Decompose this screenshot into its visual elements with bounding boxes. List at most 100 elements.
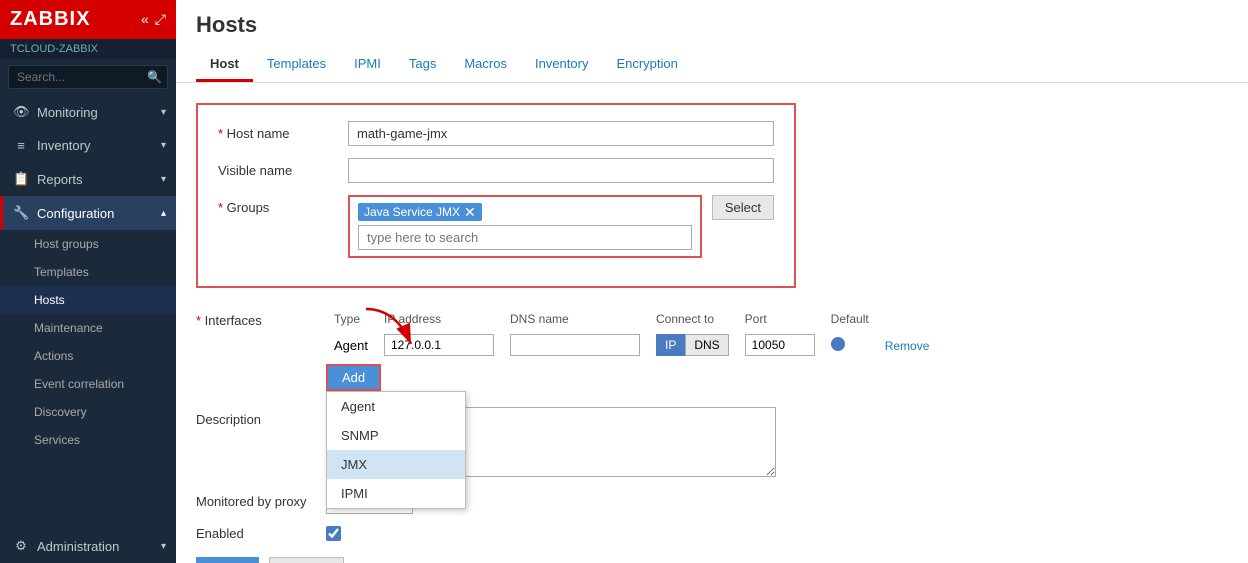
sidebar-sub-item-actions[interactable]: Actions bbox=[0, 342, 176, 370]
sidebar-item-label: Monitoring bbox=[37, 105, 98, 120]
tab-bar: Host Templates IPMI Tags Macros Inventor… bbox=[196, 48, 1228, 82]
main-body: Host name Visible name Groups Java Se bbox=[176, 83, 1248, 563]
interface-port-cell bbox=[737, 330, 823, 360]
chevron-down-icon: ▾ bbox=[161, 541, 166, 552]
sidebar-header: ZABBIX « ⤢ bbox=[0, 0, 176, 39]
collapse-icon[interactable]: « bbox=[141, 11, 149, 28]
group-tag: Java Service JMX ✕ bbox=[358, 203, 482, 221]
sidebar-item-configuration[interactable]: 🔧 Configuration ▴ bbox=[0, 196, 176, 230]
port-input[interactable] bbox=[745, 334, 815, 356]
bottom-buttons: Add Cancel bbox=[196, 557, 1228, 563]
monitoring-icon: 👁 bbox=[13, 104, 29, 120]
dropdown-item-agent[interactable]: Agent bbox=[327, 392, 465, 421]
sidebar-sub-item-event-correlation[interactable]: Event correlation bbox=[0, 370, 176, 398]
groups-label: Groups bbox=[218, 195, 348, 215]
main-header: Hosts Host Templates IPMI Tags Macros In… bbox=[176, 0, 1248, 83]
connect-col-header: Connect to bbox=[648, 308, 737, 330]
sub-item-label: Maintenance bbox=[34, 321, 103, 335]
tab-tags[interactable]: Tags bbox=[395, 48, 450, 82]
proxy-label: Monitored by proxy bbox=[196, 494, 326, 509]
main-content: Hosts Host Templates IPMI Tags Macros In… bbox=[176, 0, 1248, 563]
interfaces-table-wrap: Type IP address DNS name Connect to Port… bbox=[326, 308, 937, 391]
sub-item-label: Actions bbox=[34, 349, 73, 363]
groups-search-input[interactable] bbox=[358, 225, 692, 250]
dropdown-item-snmp[interactable]: SNMP bbox=[327, 421, 465, 450]
inventory-icon: ≡ bbox=[13, 138, 29, 153]
chevron-up-icon: ▴ bbox=[161, 208, 166, 219]
tab-ipmi[interactable]: IPMI bbox=[340, 48, 395, 82]
chevron-down-icon: ▾ bbox=[161, 140, 166, 151]
groups-row: Groups Java Service JMX ✕ Select bbox=[218, 195, 774, 258]
visible-name-row: Visible name bbox=[218, 158, 774, 183]
search-icon: 🔍 bbox=[147, 70, 162, 84]
interfaces-section: Interfaces Type IP address DNS name Conn… bbox=[196, 308, 1228, 391]
enabled-row: Enabled bbox=[196, 526, 1228, 541]
form-add-button[interactable]: Add bbox=[196, 557, 259, 563]
search-input[interactable] bbox=[8, 65, 168, 89]
sidebar-item-label: Inventory bbox=[37, 138, 90, 153]
add-interface-button[interactable]: Add bbox=[326, 364, 381, 391]
tab-encryption[interactable]: Encryption bbox=[602, 48, 691, 82]
dropdown-item-jmx[interactable]: JMX bbox=[327, 450, 465, 479]
actions-col-header bbox=[877, 308, 938, 330]
group-tag-remove[interactable]: ✕ bbox=[464, 205, 476, 219]
dns-button[interactable]: DNS bbox=[685, 334, 728, 356]
sidebar-sub-item-templates[interactable]: Templates bbox=[0, 258, 176, 286]
ip-col-header: IP address bbox=[376, 308, 502, 330]
sub-item-label: Services bbox=[34, 433, 80, 447]
sidebar-item-inventory[interactable]: ≡ Inventory ▾ bbox=[0, 129, 176, 162]
host-name-label: Host name bbox=[218, 121, 348, 141]
page-title: Hosts bbox=[196, 12, 1228, 38]
interface-default-cell bbox=[823, 330, 877, 360]
expand-icon[interactable]: ⤢ bbox=[155, 11, 166, 28]
dropdown-item-ipmi[interactable]: IPMI bbox=[327, 479, 465, 508]
interface-type-cell: Agent bbox=[326, 330, 376, 360]
sidebar: ZABBIX « ⤢ TCLOUD-ZABBIX 🔍 👁 Monitoring … bbox=[0, 0, 176, 563]
interface-remove-cell: Remove bbox=[877, 330, 938, 360]
form-cancel-button[interactable]: Cancel bbox=[269, 557, 343, 563]
visible-name-field-wrap bbox=[348, 158, 774, 183]
description-label: Description bbox=[196, 407, 326, 427]
sidebar-sub-item-maintenance[interactable]: Maintenance bbox=[0, 314, 176, 342]
tab-host[interactable]: Host bbox=[196, 48, 253, 82]
sidebar-item-label: Configuration bbox=[37, 206, 114, 221]
default-radio[interactable] bbox=[831, 337, 845, 351]
interfaces-label: Interfaces bbox=[196, 308, 326, 328]
host-name-field-wrap bbox=[348, 121, 774, 146]
add-dropdown-wrap: Add Agent SNMP JMX IPMI bbox=[326, 364, 381, 391]
type-col-header: Type bbox=[326, 308, 376, 330]
host-name-row: Host name bbox=[218, 121, 774, 146]
sidebar-item-monitoring[interactable]: 👁 Monitoring ▾ bbox=[0, 95, 176, 129]
select-button[interactable]: Select bbox=[712, 195, 774, 220]
groups-box[interactable]: Java Service JMX ✕ bbox=[348, 195, 702, 258]
enabled-checkbox[interactable] bbox=[326, 526, 341, 541]
sidebar-sub-item-host-groups[interactable]: Host groups bbox=[0, 230, 176, 258]
sidebar-header-icons: « ⤢ bbox=[141, 11, 166, 28]
dns-col-header: DNS name bbox=[502, 308, 648, 330]
group-tag-label: Java Service JMX bbox=[364, 205, 460, 219]
host-name-input[interactable] bbox=[348, 121, 774, 146]
sidebar-item-reports[interactable]: 📋 Reports ▾ bbox=[0, 162, 176, 196]
sidebar-item-administration[interactable]: ⚙ Administration ▾ bbox=[0, 529, 176, 563]
dns-input[interactable] bbox=[510, 334, 640, 356]
sidebar-sub-item-services[interactable]: Services bbox=[0, 426, 176, 454]
tab-templates[interactable]: Templates bbox=[253, 48, 340, 82]
ip-button[interactable]: IP bbox=[656, 334, 685, 356]
sub-item-label: Event correlation bbox=[34, 377, 124, 391]
reports-icon: 📋 bbox=[13, 171, 29, 187]
tab-macros[interactable]: Macros bbox=[450, 48, 521, 82]
interface-connect-cell: IP DNS bbox=[648, 330, 737, 360]
visible-name-input[interactable] bbox=[348, 158, 774, 183]
sidebar-sub-item-discovery[interactable]: Discovery bbox=[0, 398, 176, 426]
remove-interface-link[interactable]: Remove bbox=[885, 339, 930, 353]
sidebar-item-label: Reports bbox=[37, 172, 83, 187]
ip-dns-toggle: IP DNS bbox=[656, 334, 729, 356]
tab-inventory[interactable]: Inventory bbox=[521, 48, 602, 82]
chevron-down-icon: ▾ bbox=[161, 174, 166, 185]
enabled-label: Enabled bbox=[196, 526, 326, 541]
ip-input[interactable] bbox=[384, 334, 494, 356]
interfaces-row: Interfaces Type IP address DNS name Conn… bbox=[196, 308, 1228, 391]
default-col-header: Default bbox=[823, 308, 877, 330]
table-row: Agent IP DNS bbox=[326, 330, 937, 360]
sidebar-sub-item-hosts[interactable]: Hosts bbox=[0, 286, 176, 314]
